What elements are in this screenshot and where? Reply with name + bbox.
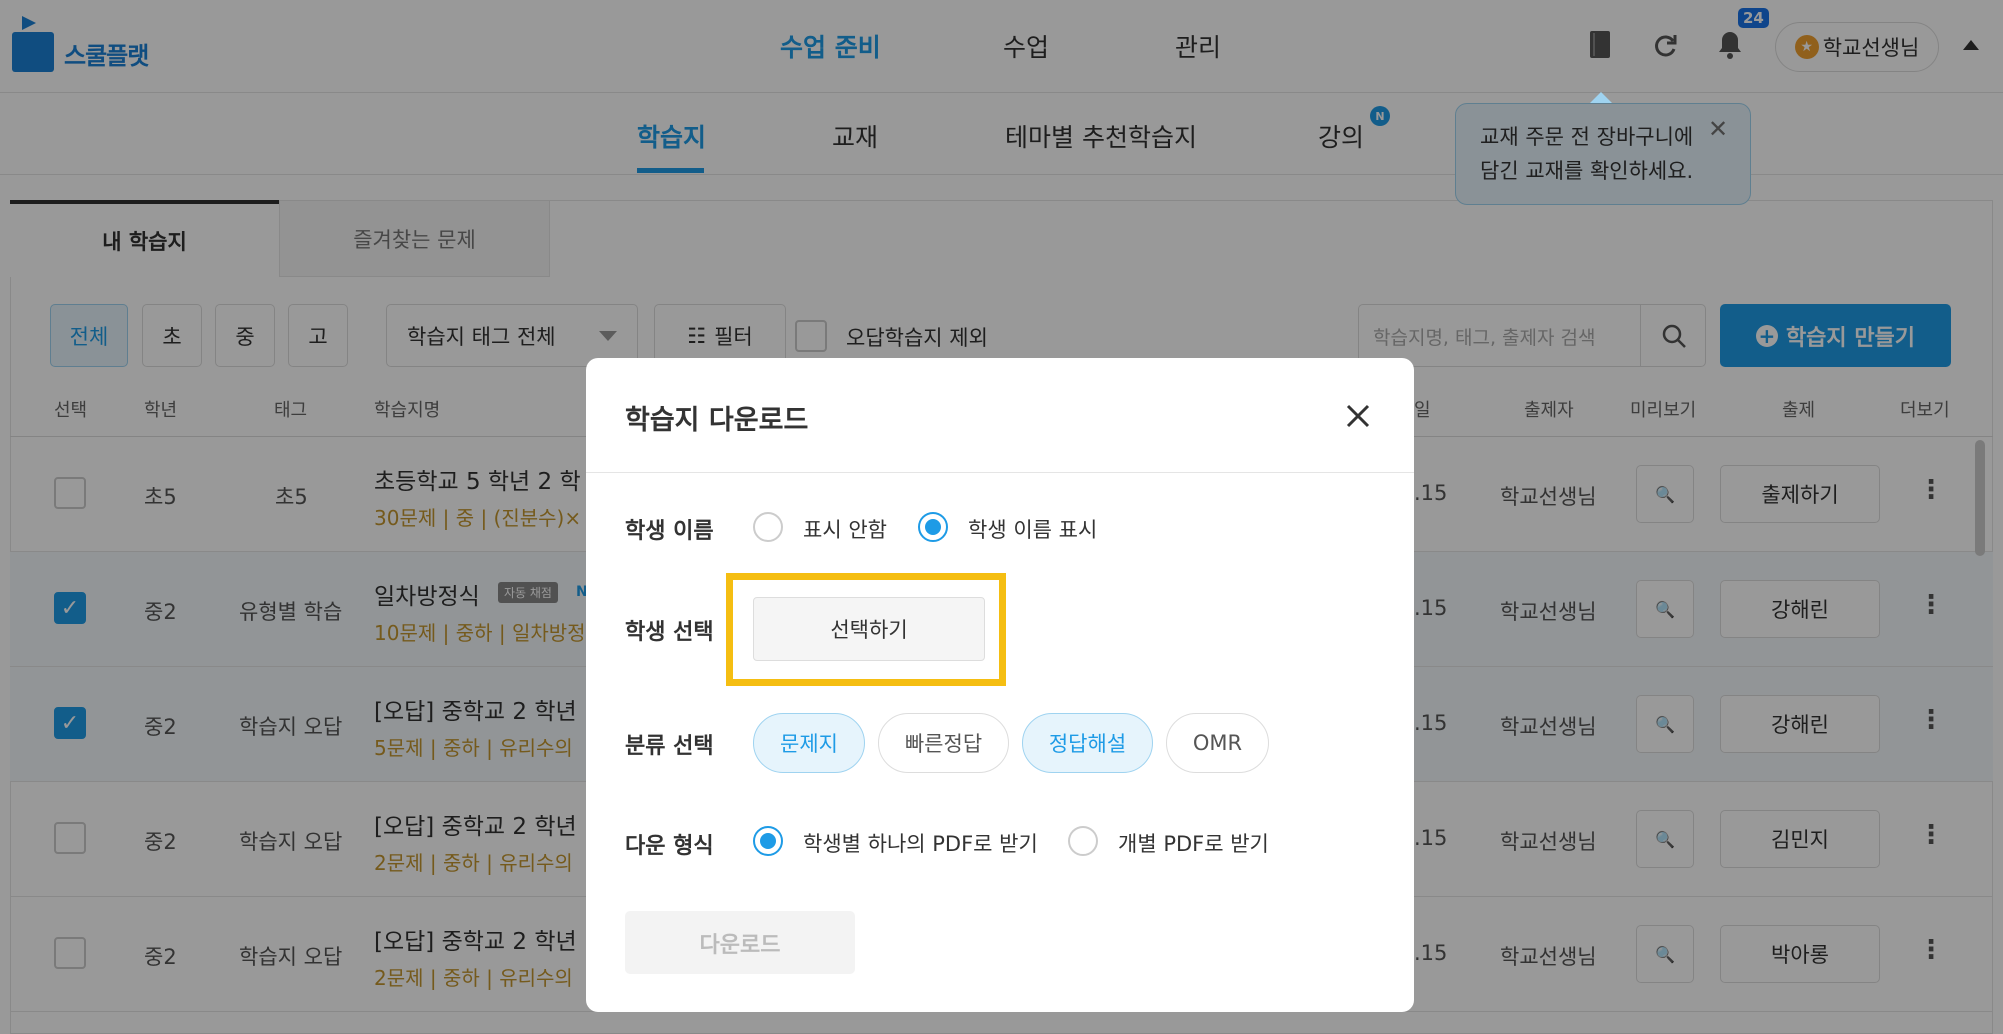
- modal-divider: [586, 472, 1414, 473]
- format-single-pdf-label[interactable]: 학생별 하나의 PDF로 받기: [803, 828, 1038, 858]
- tooltip-close-icon[interactable]: ✕: [1708, 115, 1728, 143]
- format-label: 다운 형식: [625, 834, 714, 859]
- tooltip-line-1: 교재 주문 전 장바구니에: [1480, 125, 1694, 149]
- name-show-radio[interactable]: [918, 512, 948, 542]
- modal-title: 학습지 다운로드: [625, 405, 809, 436]
- select-students-button[interactable]: 선택하기: [753, 597, 985, 661]
- format-single-pdf-radio[interactable]: [753, 826, 783, 856]
- name-show-label[interactable]: 학생 이름 표시: [968, 514, 1097, 544]
- category-omr[interactable]: OMR: [1166, 713, 1269, 773]
- category-label: 분류 선택: [625, 734, 714, 759]
- format-individual-pdf-radio[interactable]: [1068, 826, 1098, 856]
- name-hide-label[interactable]: 표시 안함: [803, 514, 887, 544]
- student-name-label: 학생 이름: [625, 519, 714, 544]
- category-quick-answer[interactable]: 빠른정답: [878, 713, 1009, 773]
- student-select-label: 학생 선택: [625, 620, 714, 645]
- close-icon[interactable]: [1340, 398, 1376, 434]
- tooltip-arrow: [1590, 92, 1612, 103]
- category-problem-sheet[interactable]: 문제지: [753, 713, 865, 773]
- download-button[interactable]: 다운로드: [625, 911, 855, 974]
- cart-tooltip: 교재 주문 전 장바구니에 담긴 교재를 확인하세요.: [1455, 103, 1751, 205]
- name-hide-radio[interactable]: [753, 512, 783, 542]
- format-individual-pdf-label[interactable]: 개별 PDF로 받기: [1118, 828, 1269, 858]
- category-answer-explanation[interactable]: 정답해설: [1022, 713, 1153, 773]
- tooltip-line-2: 담긴 교재를 확인하세요.: [1480, 159, 1694, 183]
